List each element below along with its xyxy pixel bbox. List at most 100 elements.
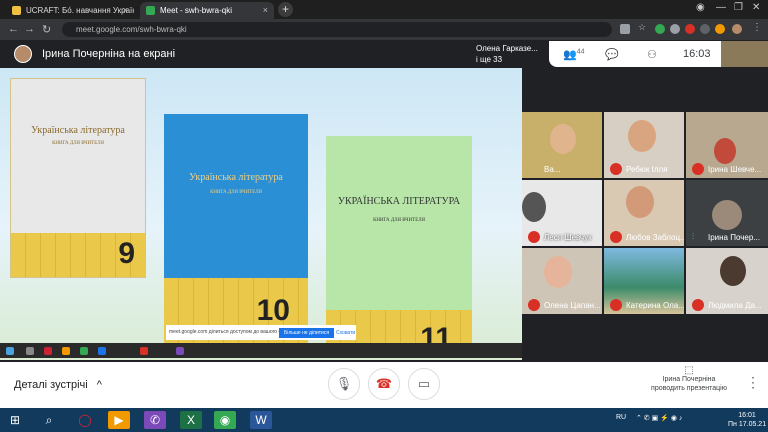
tab-label: UCRAFT: Бо́. навчання Україна, с [26, 6, 134, 15]
participant-name: Ребюк Ілля [626, 165, 668, 174]
app-icon [176, 347, 184, 355]
extension-green-icon[interactable] [655, 24, 665, 34]
participant-tile[interactable]: Ва... [522, 112, 602, 178]
system-clock[interactable]: 16:01 Пн 17.05.21 [728, 411, 766, 429]
record-icon[interactable]: ◉ [696, 2, 705, 13]
menu-icon[interactable]: ⋮ [752, 22, 762, 33]
book-subtitle: КНИГА ДЛЯ ВЧИТЕЛЯ [52, 141, 104, 146]
browser-tab-strip: UCRAFT: Бо́. навчання Україна, с × Meet … [0, 0, 768, 19]
shared-screen: Українська література КНИГА ДЛЯ ВЧИТЕЛЯ … [0, 68, 522, 360]
banner-text: meet.google.com ділиться доступом до ваш… [169, 329, 295, 335]
present-icon: ⬚ [684, 365, 694, 376]
ucraft-favicon-icon [12, 6, 21, 15]
participant-name: Людмила Да... [708, 301, 762, 310]
participant-tile[interactable]: Людмила Да... [686, 248, 768, 314]
app-icon [98, 347, 106, 355]
windows-icon [6, 347, 14, 355]
participant-tile[interactable]: Ірина Шевче... [686, 112, 768, 178]
attendee-line-2: і ще 33 [476, 55, 503, 64]
book-title: Українська література [189, 172, 283, 183]
app-icon [26, 347, 34, 355]
book-cover-10: Українська література КНИГА ДЛЯ ВЧИТЕЛЯ … [164, 114, 308, 350]
excel-icon[interactable]: X [180, 411, 202, 429]
close-icon[interactable]: × [123, 5, 128, 15]
participant-face [628, 120, 656, 152]
leave-call-button[interactable]: ☎ [368, 368, 400, 400]
muted-mic-icon [610, 231, 622, 243]
people-button[interactable]: 👥44 [563, 48, 585, 61]
close-window-icon[interactable]: ✕ [752, 2, 760, 13]
presenting-line-1: Ірина Почерніна [662, 376, 716, 383]
self-view-thumbnail[interactable] [721, 41, 768, 67]
muted-mic-icon [692, 299, 704, 311]
attendee-line-1: Олена Гарказе... [476, 44, 538, 53]
meet-controls-bar: Деталі зустрічі ^ 🎙 ☎ ▭ ⬚ Ірина Почернін… [0, 362, 768, 408]
participant-tile[interactable]: Ребюк Ілля [604, 112, 684, 178]
extension-gray-icon[interactable] [670, 24, 680, 34]
participants-count: 44 [576, 48, 585, 56]
activities-icon[interactable]: ⚇ [647, 48, 657, 61]
participant-name: Катерина Ола... [626, 301, 684, 310]
address-bar-row: ← → ↻ meet.google.com/swh-bwra-qki ☆ ⋮ [0, 19, 768, 40]
book-subtitle: КНИГА ДЛЯ ВЧИТЕЛЯ [373, 218, 425, 223]
chat-icon[interactable]: 💬 [605, 48, 619, 61]
book-cover-11: УКРАЇНСЬКА ЛІТЕРАТУРА КНИГА ДЛЯ ВЧИТЕЛЯ … [326, 136, 472, 356]
camera-button[interactable]: ▭ [408, 368, 440, 400]
camera-indicator-icon[interactable] [620, 24, 630, 34]
more-options-icon[interactable]: ⋮ [746, 374, 760, 391]
extension-orange-icon[interactable] [715, 24, 725, 34]
participant-tile[interactable]: ⫶ Ірина Почер... [686, 180, 768, 246]
back-icon[interactable]: ← [8, 23, 19, 35]
present-now-button[interactable]: ⬚ Ірина Почерніна проводить презентацію [640, 366, 738, 393]
stop-sharing-button[interactable]: Більше не ділитися [279, 328, 334, 338]
app-icon [140, 347, 148, 355]
chrome-icon[interactable]: ◉ [214, 411, 236, 429]
word-icon[interactable]: W [250, 411, 272, 429]
participant-tile[interactable]: Любов Заблоц... [604, 180, 684, 246]
new-tab-button[interactable]: + [278, 2, 293, 17]
muted-mic-icon [528, 231, 540, 243]
participant-tile[interactable]: Олена Цапан... [522, 248, 602, 314]
minimize-icon[interactable]: — [716, 2, 726, 13]
hide-banner-button[interactable]: Сховати [336, 330, 355, 336]
clock-time: 16:01 [738, 412, 756, 419]
participant-face [522, 192, 546, 222]
star-icon[interactable]: ☆ [638, 22, 648, 32]
forward-icon[interactable]: → [24, 23, 35, 35]
participant-tile[interactable]: Катерина Ола... [604, 248, 684, 314]
grade-number: 9 [118, 237, 135, 270]
participant-tile[interactable]: Леся Шевчук [522, 180, 602, 246]
windows-start-icon[interactable]: ⊞ [4, 411, 26, 429]
profile-avatar[interactable] [732, 24, 742, 34]
microphone-button[interactable]: 🎙 [328, 368, 360, 400]
app-icon [44, 347, 52, 355]
reload-icon[interactable]: ↻ [42, 23, 51, 36]
url-field[interactable]: meet.google.com/swh-bwra-qki [62, 22, 612, 37]
participant-name: Ірина Почер... [708, 233, 760, 242]
meeting-details-button[interactable]: Деталі зустрічі ^ [14, 379, 102, 391]
meet-clock: 16:03 [683, 48, 711, 60]
details-label: Деталі зустрічі [14, 379, 88, 391]
opera-icon[interactable]: ◯ [74, 411, 96, 429]
restore-icon[interactable]: ❐ [734, 2, 743, 13]
url-text: meet.google.com/swh-bwra-qki [76, 25, 187, 34]
app-icon [80, 347, 88, 355]
extension-red-icon[interactable] [685, 24, 695, 34]
participant-avatar [712, 200, 742, 230]
tray-icons[interactable]: ⌃ ✆ ▣ ⚡ ◉ ♪ [636, 414, 682, 422]
language-indicator[interactable]: RU [616, 414, 626, 421]
participant-name: Ірина Шевче... [708, 165, 762, 174]
avatar [14, 45, 32, 63]
media-player-icon[interactable]: ▶ [108, 411, 130, 429]
muted-mic-icon [692, 163, 704, 175]
tab-meet[interactable]: Meet - swh-bwra-qki × [140, 2, 274, 19]
tab-ucraft[interactable]: UCRAFT: Бо́. навчання Україна, с × [6, 2, 134, 19]
presenter-label: Ірина Почерніна на екрані [42, 48, 176, 60]
extension-dark-icon[interactable] [700, 24, 710, 34]
close-icon[interactable]: × [263, 5, 268, 15]
muted-mic-icon [610, 299, 622, 311]
search-icon[interactable]: ⌕ [38, 411, 60, 429]
viber-icon[interactable]: ✆ [144, 411, 166, 429]
book-title: УКРАЇНСЬКА ЛІТЕРАТУРА [337, 196, 461, 207]
participant-face [626, 186, 654, 218]
